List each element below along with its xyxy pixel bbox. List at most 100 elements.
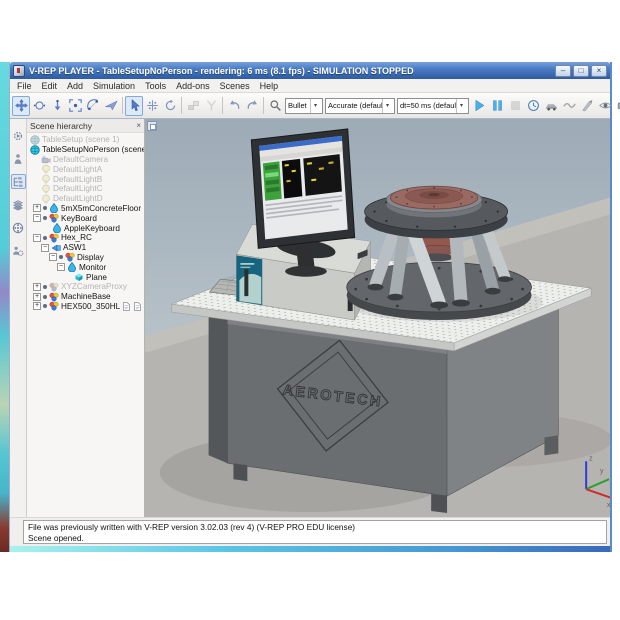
camera-pan-icon [15,99,28,112]
camera-rotate-button[interactable] [30,96,48,116]
page-selector-icon[interactable] [147,121,157,131]
transfer-dna-icon [205,99,218,112]
object-rotate-button[interactable] [161,96,179,116]
menu-scenes[interactable]: Scenes [215,81,255,91]
menu-bar: File Edit Add Simulation Tools Add-ons S… [10,79,610,93]
fit-to-view-icon [69,99,82,112]
simulation-settings-button[interactable] [11,128,26,143]
light-icon [41,184,51,194]
video-recorder-side-button[interactable] [11,220,26,235]
model-marker [43,295,47,299]
pause-icon [491,99,504,112]
expand-toggle[interactable]: + [33,302,41,310]
tree-item-hex-rc[interactable]: −Hex_RC [27,233,144,243]
viewport-3d[interactable]: AEROTECH [145,119,610,517]
bird-icon [563,99,576,112]
window-bottom-border [10,546,610,552]
scene-hierarchy-button[interactable] [11,174,26,189]
object-shift-button[interactable] [143,96,161,116]
tree-item-monitor[interactable]: −Monitor [27,262,144,272]
tree-item-tablesetupnoperson-scene2[interactable]: TableSetupNoPerson (scene 2) [27,145,144,155]
close-button[interactable]: × [591,65,607,77]
bird-view-button[interactable] [560,96,578,116]
menu-edit[interactable]: Edit [37,81,63,91]
user-settings-button[interactable] [11,243,26,258]
tree-item-concretefloor[interactable]: +5mX5mConcreteFloor [27,204,144,214]
script-badge-icon [133,302,142,311]
timestep-select[interactable]: dt=50 ms (default)▾ [397,98,469,114]
real-time-toggle-button[interactable] [524,96,542,116]
camera-angle-button[interactable] [84,96,102,116]
expand-toggle[interactable]: − [49,253,57,261]
undo-button[interactable] [225,96,243,116]
expand-toggle[interactable]: − [33,214,41,222]
gear-play-icon [12,130,24,142]
expand-toggle[interactable]: + [33,283,41,291]
chevron-down-icon: ▾ [456,99,466,113]
precision-select[interactable]: Accurate (default)▾ [325,98,395,114]
camera-zoom-button[interactable] [48,96,66,116]
menu-add[interactable]: Add [62,81,88,91]
hierarchy-close-button[interactable]: × [136,121,141,130]
shape-icon [49,203,59,213]
fly-mode-button[interactable] [102,96,120,116]
menu-help[interactable]: Help [255,81,284,91]
expand-toggle[interactable]: + [33,293,41,301]
minimize-button[interactable]: – [555,65,571,77]
film-reel-icon [12,222,24,234]
menu-tools[interactable]: Tools [140,81,171,91]
tree-item-tablesetup-scene1[interactable]: TableSetup (scene 1) [27,135,144,145]
expand-toggle[interactable]: − [33,234,41,242]
menu-file[interactable]: File [12,81,37,91]
tree-item-plane[interactable]: Plane [27,272,144,282]
tree-item-keyboard[interactable]: −KeyBoard [27,213,144,223]
tree-item-defaultlighta[interactable]: DefaultLightA [27,164,144,174]
tree-item-machinebase[interactable]: +MachineBase [27,292,144,302]
multishape-icon [49,301,59,311]
physics-engine-select[interactable]: Bullet▾ [285,98,323,114]
play-button[interactable] [470,96,488,116]
threaded-rendering-button[interactable] [578,96,596,116]
camera-zoom-icon [51,99,64,112]
scene-search-button[interactable] [266,96,284,116]
tree-item-hex500-350hl[interactable]: +HEX500_350HL [27,302,144,312]
tree-item-defaultlightd[interactable]: DefaultLightD [27,194,144,204]
menu-addons[interactable]: Add-ons [171,81,215,91]
fit-to-view-button[interactable] [66,96,84,116]
tree-item-display[interactable]: −Display [27,253,144,263]
tree-item-applekeyboard[interactable]: AppleKeyboard [27,223,144,233]
tree-item-defaultlightc[interactable]: DefaultLightC [27,184,144,194]
shape-icon [67,262,77,272]
hierarchy-header: Scene hierarchy × [27,119,144,133]
camera-rotate-icon [33,99,46,112]
tree-item-xyzcameraproxy[interactable]: +XYZCameraProxy [27,282,144,292]
assemble-button[interactable] [184,96,202,116]
layer-selector-button[interactable] [11,197,26,212]
toolbar-separator [181,97,182,114]
menu-simulation[interactable]: Simulation [88,81,140,91]
status-bar: File was previously written with V-REP v… [10,517,610,546]
pause-button[interactable] [488,96,506,116]
visibility-button[interactable] [596,96,614,116]
stop-button[interactable] [506,96,524,116]
person-gear-icon [12,245,24,257]
light-icon [41,164,51,174]
expand-toggle[interactable]: + [33,204,41,212]
title-bar[interactable]: V-REP PLAYER - TableSetupNoPerson - rend… [10,62,610,79]
expand-toggle[interactable]: − [57,263,65,271]
redo-button[interactable] [243,96,261,116]
chevron-down-icon: ▾ [382,99,392,113]
model-marker [43,206,47,210]
video-recorder-button[interactable] [614,96,620,116]
expand-toggle[interactable]: − [41,244,49,252]
dynamics-visualization-button[interactable] [542,96,560,116]
maximize-button[interactable]: □ [573,65,589,77]
scene-render: AEROTECH [145,119,610,517]
model-browser-button[interactable] [11,151,26,166]
select-cursor-button[interactable] [125,96,143,116]
tree-item-defaultlightb[interactable]: DefaultLightB [27,174,144,184]
transfer-dna-button[interactable] [202,96,220,116]
tree-item-defaultcamera[interactable]: DefaultCamera [27,155,144,165]
tree-item-asw1[interactable]: −ASW1 [27,243,144,253]
camera-pan-button[interactable] [12,96,30,116]
